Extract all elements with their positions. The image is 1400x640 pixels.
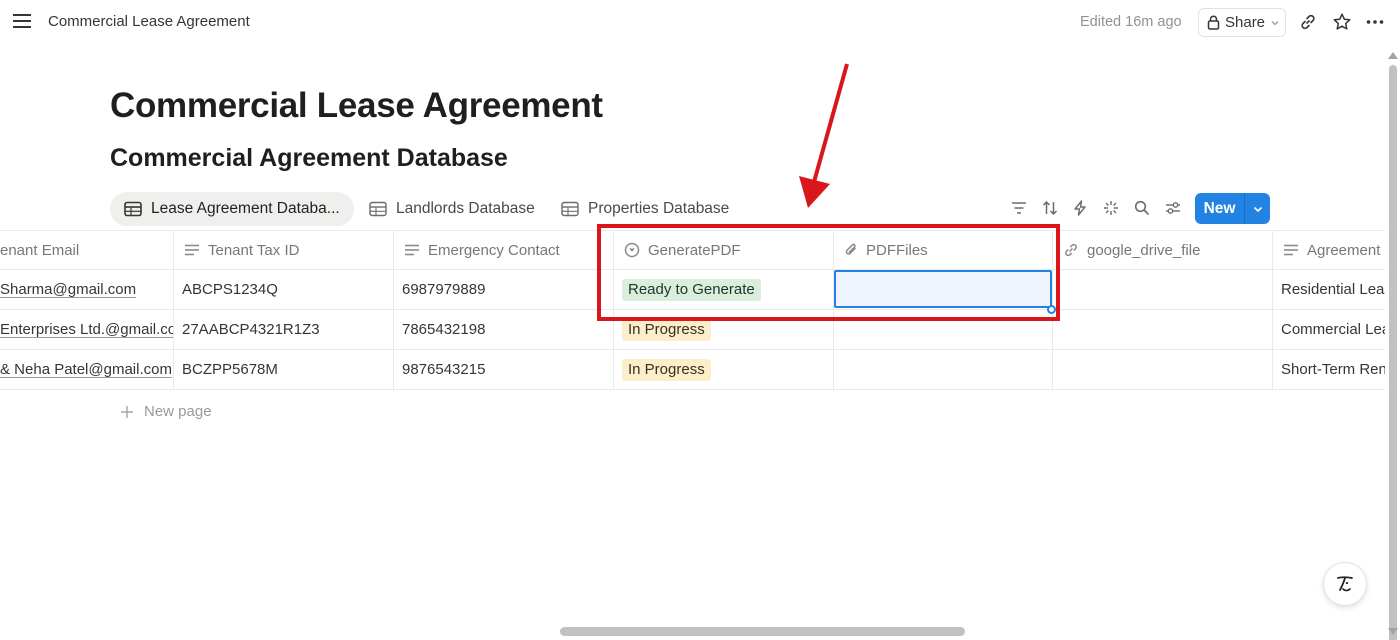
column-header-label: Tenant Tax ID [208,241,300,259]
database-title[interactable]: Commercial Agreement Database [110,144,508,173]
table-icon [369,201,387,217]
automation-lightning-icon[interactable] [1071,199,1089,217]
view-tab-landlords[interactable]: Landlords Database [355,192,549,226]
filter-icon[interactable] [1010,199,1028,217]
lines-icon [405,244,419,256]
new-page-label: New page [144,403,212,420]
column-header-label: Agreement [1307,241,1381,259]
sort-icon[interactable] [1041,199,1059,217]
notion-ai-help-button[interactable] [1323,562,1367,606]
table-cell-tax-id[interactable]: ABCPS1234Q [174,270,394,310]
email-link[interactable]: Sharma@gmail.com [0,281,136,298]
vertical-scrollbar[interactable] [1385,50,1400,640]
more-options-icon[interactable] [1365,12,1385,32]
column-header-label: enant Email [0,241,80,259]
new-button[interactable]: New [1195,193,1270,224]
cell-text: Commercial Lease [1281,321,1385,338]
scroll-down-arrow-icon[interactable] [1388,628,1398,635]
email-link[interactable]: & Neha Patel@gmail.com [0,361,172,378]
ai-sparkle-icon[interactable] [1102,199,1120,217]
horizontal-scroll-thumb[interactable] [560,627,965,636]
cell-text: 27AABCP4321R1Z3 [182,321,320,338]
status-tag: In Progress [622,318,711,341]
cell-text: BCZPP5678M [182,361,278,378]
column-header-tenant-email[interactable]: enant Email [0,231,174,270]
lines-icon [185,244,199,256]
table-cell-contact[interactable]: 6987979889 [394,270,614,310]
table-cell-contact[interactable]: 7865432198 [394,310,614,350]
top-bar: Commercial Lease Agreement Edited 16m ag… [0,0,1400,44]
view-tab-label: Landlords Database [396,200,535,217]
table-cell-agreement[interactable]: Short-Term Rental [1273,350,1385,390]
page-title[interactable]: Commercial Lease Agreement [110,86,603,126]
table-cell-agreement[interactable]: Commercial Lease [1273,310,1385,350]
share-label: Share [1225,14,1266,31]
table-cell-agreement[interactable]: Residential Lease [1273,270,1385,310]
plus-icon [121,405,133,418]
column-header-tenant-tax-id[interactable]: Tenant Tax ID [174,231,394,270]
table-cell-status[interactable]: In Progress [614,350,834,390]
status-tag: In Progress [622,358,711,381]
breadcrumb[interactable]: Commercial Lease Agreement [48,13,250,30]
new-dropdown-chevron-icon[interactable] [1245,203,1270,215]
view-tab-label: Properties Database [588,200,730,217]
table-cell-drive[interactable] [1053,310,1273,350]
view-tab-lease-agreement[interactable]: Lease Agreement Databa... [110,192,354,226]
table-icon [124,201,142,217]
settings-sliders-icon[interactable] [1164,199,1182,217]
table-cell-tax-id[interactable]: 27AABCP4321R1Z3 [174,310,394,350]
link-icon [1065,243,1077,257]
annotation-arrow-icon [799,63,849,208]
column-header-label: Emergency Contact [428,241,560,259]
cell-text: Short-Term Rental [1281,361,1385,378]
table-cell-tax-id[interactable]: BCZPP5678M [174,350,394,390]
table-cell-pdffiles[interactable] [834,350,1053,390]
cell-text: ABCPS1234Q [182,281,278,298]
table-cell-contact[interactable]: 9876543215 [394,350,614,390]
lock-icon [1207,15,1220,30]
new-page-button[interactable]: New page [120,403,212,420]
search-icon[interactable] [1133,199,1151,217]
view-tab-properties[interactable]: Properties Database [547,192,743,226]
cell-text: 6987979889 [402,281,486,298]
column-header-agreement[interactable]: Agreement [1273,231,1385,270]
scroll-up-arrow-icon[interactable] [1388,52,1398,59]
table-icon [561,201,579,217]
email-link[interactable]: Enterprises Ltd.@gmail.com [0,321,173,338]
column-header-google-drive-file[interactable]: google_drive_file [1053,231,1273,270]
column-header-emergency-contact[interactable]: Emergency Contact [394,231,614,270]
copy-link-icon[interactable] [1298,12,1318,32]
star-icon[interactable] [1332,12,1352,32]
view-tab-label: Lease Agreement Databa... [151,200,340,217]
hamburger-menu-icon[interactable] [13,13,31,29]
table-cell-drive[interactable] [1053,270,1273,310]
column-header-label: google_drive_file [1087,241,1201,259]
table-cell-email[interactable]: Sharma@gmail.com [0,270,174,310]
new-button-label: New [1203,199,1236,217]
lines-icon [1284,244,1298,256]
annotation-highlight-box [597,224,1060,321]
share-button[interactable]: Share [1198,8,1286,37]
chevron-down-icon [1271,20,1279,25]
notion-ai-face-icon [1337,576,1353,592]
vertical-scroll-thumb[interactable] [1389,65,1397,640]
edited-timestamp: Edited 16m ago [1080,14,1182,30]
horizontal-scrollbar[interactable] [0,624,1385,640]
cell-text: Residential Lease [1281,281,1385,298]
table-cell-drive[interactable] [1053,350,1273,390]
table-cell-email[interactable]: Enterprises Ltd.@gmail.com [0,310,174,350]
table-cell-email[interactable]: & Neha Patel@gmail.com [0,350,174,390]
cell-text: 9876543215 [402,361,486,378]
cell-text: 7865432198 [402,321,486,338]
